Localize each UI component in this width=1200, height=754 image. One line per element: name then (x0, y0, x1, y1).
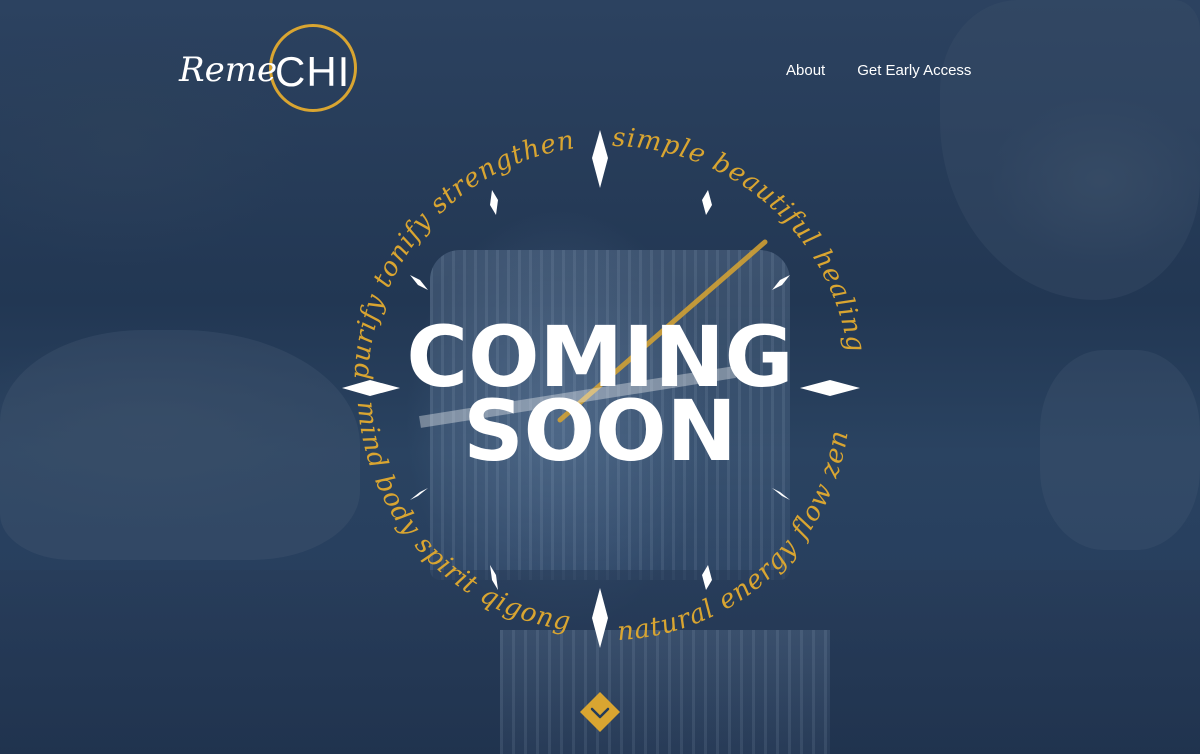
diamond-east-icon (800, 380, 860, 396)
diamond-south-icon (592, 588, 608, 648)
tick-icon (772, 488, 790, 500)
tick-icon (410, 488, 428, 500)
coming-soon-emblem: purify tonify strengthen simple beautifu… (342, 123, 870, 648)
tick-icon (490, 190, 498, 215)
scroll-down-button[interactable] (580, 692, 620, 732)
tick-icon (410, 275, 428, 290)
tick-icon (702, 565, 712, 590)
diamond-west-icon (342, 380, 400, 396)
hero-line-2: SOON (463, 382, 737, 480)
diamond-north-icon (592, 130, 608, 188)
tick-icon (702, 190, 712, 215)
chevron-down-icon (580, 692, 620, 732)
tick-icon (772, 275, 790, 290)
